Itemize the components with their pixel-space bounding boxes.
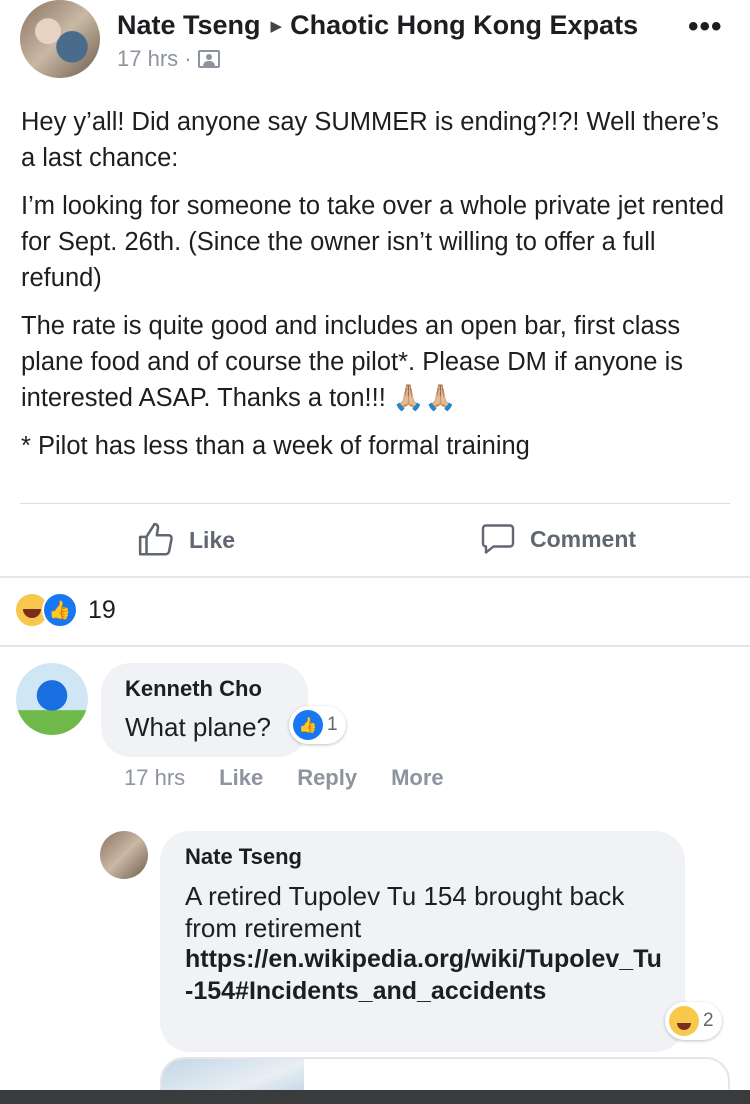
comment-more-link[interactable]: More [391,765,444,791]
post-title: Nate Tseng ▶ Chaotic Hong Kong Expats [117,10,638,41]
post-paragraph: I’m looking for someone to take over a w… [21,192,725,292]
commenter-avatar[interactable] [16,663,88,735]
divider [0,645,750,647]
post-meta: 17 hrs · [117,46,220,72]
comment-actions: 17 hrs Like Reply More [124,765,478,791]
comment-label: Comment [530,525,637,552]
comment-icon [481,524,515,554]
reaction-count: 19 [88,595,116,624]
action-bar: Like Comment [0,505,750,575]
thumbs-up-icon [138,522,173,556]
like-label: Like [189,526,236,553]
reply-text: A retired Tupolev Tu 154 brought back fr… [185,881,625,943]
comment-reaction-badge[interactable]: 👍 1 [289,706,346,744]
commenter-name[interactable]: Kenneth Cho [125,676,262,702]
like-button[interactable]: Like [137,521,235,559]
post-paragraph: The rate is quite good and includes an o… [21,312,683,412]
post-body: Hey y’all! Did anyone say SUMMER is endi… [21,104,733,476]
divider [20,503,730,504]
reaction-summary[interactable]: 👍 19 [14,592,116,628]
replier-name[interactable]: Nate Tseng [185,844,302,870]
comment-text: What plane? [125,712,271,742]
comment-button[interactable]: Comment [480,521,636,557]
author-avatar[interactable] [20,0,100,78]
comment-reply-link[interactable]: Reply [297,765,357,791]
comment-time: 17 hrs [124,765,186,790]
reply-link[interactable]: https://en.wikipedia.org/wiki/Tupolev_Tu… [185,943,665,1007]
author-name[interactable]: Nate Tseng [117,10,261,41]
comment-reaction-count: 1 [327,714,338,735]
replier-avatar[interactable] [100,831,148,879]
reply-reaction-count: 2 [703,1010,714,1031]
haha-icon [669,1006,699,1036]
comment-like-link[interactable]: Like [219,765,263,791]
group-audience-icon [197,50,220,68]
like-icon: 👍 [42,592,78,628]
triangle-right-icon: ▶ [270,17,283,35]
like-icon: 👍 [293,710,323,740]
more-options-icon[interactable]: ••• [688,12,723,42]
bottom-bar [0,1090,750,1104]
post-time[interactable]: 17 hrs · [117,46,192,72]
post-paragraph: Hey y’all! Did anyone say SUMMER is endi… [21,108,719,172]
post-header: Nate Tseng ▶ Chaotic Hong Kong Expats 17… [0,0,750,90]
reply-reaction-badge[interactable]: 2 [665,1002,722,1040]
post-paragraph: * Pilot has less than a week of formal t… [21,432,530,460]
divider [0,576,750,578]
group-name[interactable]: Chaotic Hong Kong Expats [290,10,638,41]
